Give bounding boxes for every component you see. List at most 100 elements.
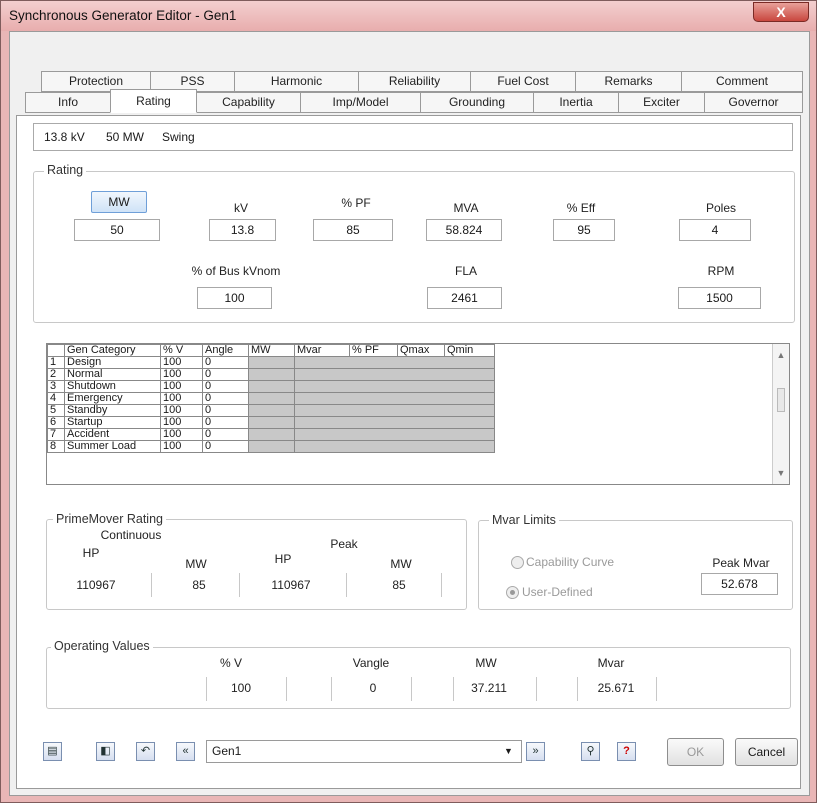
col-mw[interactable]: MW [248, 344, 295, 357]
op-angle-value: 0 [369, 681, 377, 695]
find-icon[interactable]: ⚲ [581, 742, 600, 761]
rpm-field[interactable]: 1500 [678, 287, 761, 309]
mva-field: 58.824 [426, 219, 502, 241]
cont-mw-value[interactable]: 85 [179, 578, 219, 592]
grid-header-row: Gen Category % V Angle MW Mvar % PF Qmax… [47, 344, 495, 357]
close-button[interactable]: X [753, 2, 809, 22]
bus-kv-label: % of Bus kVnom [191, 264, 281, 278]
scroll-up-arrow-icon[interactable]: ▲ [773, 350, 789, 360]
col-qmin[interactable]: Qmin [444, 344, 495, 357]
tab-grounding[interactable]: Grounding [420, 92, 534, 113]
tab-comment[interactable]: Comment [681, 71, 803, 92]
col-pf[interactable]: % PF [349, 344, 398, 357]
editor-window: Synchronous Generator Editor - Gen1 X Pr… [0, 0, 817, 803]
tab-info[interactable]: Info [25, 92, 111, 113]
grid-scrollbar[interactable]: ▲ ▼ [772, 344, 789, 484]
tab-imp-model[interactable]: Imp/Model [300, 92, 421, 113]
gen-category-table: Gen Category % V Angle MW Mvar % PF Qmax… [47, 344, 495, 453]
peak-label: Peak [330, 537, 358, 551]
op-mw-value: 37.211 [471, 681, 507, 695]
tab-exciter[interactable]: Exciter [618, 92, 705, 113]
help-icon[interactable]: ? [617, 742, 636, 761]
capability-curve-label: Capability Curve [526, 555, 615, 569]
pf-field[interactable]: 85 [313, 219, 393, 241]
bus-kv-field[interactable]: 100 [197, 287, 272, 309]
element-selector-value: Gen1 [212, 744, 242, 758]
col-mvar[interactable]: Mvar [294, 344, 350, 357]
library-icon[interactable]: ◧ [96, 742, 115, 761]
cont-hp-label: HP [82, 546, 100, 560]
op-angle-label: Vangle [352, 656, 390, 670]
operating-values-title: Operating Values [51, 639, 153, 653]
table-row[interactable]: 5 Standby 100 0 [47, 404, 495, 417]
table-row[interactable]: 6 Startup 100 0 [47, 416, 495, 429]
rpm-label: RPM [707, 264, 735, 278]
element-selector[interactable]: Gen1 ▼ [206, 740, 522, 763]
mw-field[interactable]: 50 [74, 219, 160, 241]
ok-button[interactable]: OK [667, 738, 724, 766]
row-num-header [47, 344, 65, 357]
op-mvar-value: 25.671 [597, 681, 635, 695]
fla-field: 2461 [427, 287, 502, 309]
table-row[interactable]: 1 Design 100 0 [47, 356, 495, 369]
col-qmax[interactable]: Qmax [397, 344, 445, 357]
mva-label: MVA [453, 201, 479, 215]
peak-mw-value[interactable]: 85 [379, 578, 419, 592]
gen-category-grid[interactable]: Gen Category % V Angle MW Mvar % PF Qmax… [46, 343, 790, 485]
peak-mvar-field[interactable]: 52.678 [701, 573, 778, 595]
chevron-down-icon[interactable]: ▼ [504, 741, 513, 762]
user-defined-radio[interactable] [506, 586, 519, 599]
scroll-down-arrow-icon[interactable]: ▼ [773, 468, 789, 478]
kv-field[interactable]: 13.8 [209, 219, 276, 241]
peak-hp-label: HP [274, 552, 292, 566]
table-row[interactable]: 7 Accident 100 0 [47, 428, 495, 441]
table-row[interactable]: 8 Summer Load 100 0 [47, 440, 495, 453]
operating-values-group [46, 647, 791, 709]
capability-curve-radio[interactable] [511, 556, 524, 569]
tab-fuel-cost[interactable]: Fuel Cost [470, 71, 576, 92]
tab-harmonic[interactable]: Harmonic [234, 71, 359, 92]
fla-label: FLA [454, 264, 477, 278]
cancel-button[interactable]: Cancel [735, 738, 798, 766]
poles-field[interactable]: 4 [679, 219, 751, 241]
previous-icon[interactable]: « [176, 742, 195, 761]
print-icon[interactable]: ▤ [43, 742, 62, 761]
table-row[interactable]: 4 Emergency 100 0 [47, 392, 495, 405]
eff-field[interactable]: 95 [553, 219, 615, 241]
continuous-label: Continuous [100, 528, 162, 542]
header-summary: 13.8 kV 50 MW Swing [33, 123, 793, 151]
mvar-limits-title: Mvar Limits [489, 513, 559, 527]
col-angle[interactable]: Angle [202, 344, 249, 357]
table-row[interactable]: 2 Normal 100 0 [47, 368, 495, 381]
header-mode: Swing [162, 130, 195, 144]
kv-label: kV [233, 201, 248, 215]
prime-mover-title: PrimeMover Rating [53, 512, 166, 526]
header-kv: 13.8 kV [44, 130, 85, 144]
tab-reliability[interactable]: Reliability [358, 71, 471, 92]
window-title: Synchronous Generator Editor - Gen1 [9, 8, 237, 23]
user-defined-label: User-Defined [522, 585, 593, 599]
tab-governor[interactable]: Governor [704, 92, 803, 113]
op-mw-label: MW [475, 656, 497, 670]
tab-remarks[interactable]: Remarks [575, 71, 682, 92]
undo-icon[interactable]: ↶ [136, 742, 155, 761]
rating-group-title: Rating [44, 163, 87, 177]
cont-hp-value[interactable]: 110967 [61, 578, 131, 592]
cont-mw-label: MW [185, 557, 207, 571]
op-v-value: 100 [230, 681, 252, 695]
scroll-thumb[interactable] [777, 388, 785, 412]
col-percent-v[interactable]: % V [160, 344, 203, 357]
tab-rating[interactable]: Rating [110, 89, 197, 113]
pf-label: % PF [341, 196, 371, 210]
peak-mw-label: MW [390, 557, 412, 571]
mw-button[interactable]: MW [91, 191, 147, 213]
peak-hp-value[interactable]: 110967 [256, 578, 326, 592]
eff-label: % Eff [566, 201, 596, 215]
poles-label: Poles [705, 201, 737, 215]
title-bar: Synchronous Generator Editor - Gen1 X [1, 1, 816, 31]
tab-capability[interactable]: Capability [196, 92, 301, 113]
tab-inertia[interactable]: Inertia [533, 92, 619, 113]
next-icon[interactable]: » [526, 742, 545, 761]
table-row[interactable]: 3 Shutdown 100 0 [47, 380, 495, 393]
col-gen-category[interactable]: Gen Category [64, 344, 161, 357]
